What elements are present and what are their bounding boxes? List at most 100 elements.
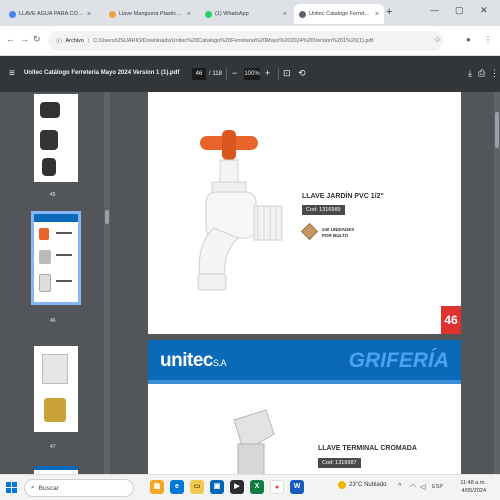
whatsapp-icon [205,10,212,18]
rotate-icon[interactable]: ⟲ [298,68,306,79]
profile-icon[interactable]: ● [466,35,471,44]
info-icon[interactable]: ⓘ [56,37,62,45]
clock-date: 4/05/2024 [461,488,486,494]
new-tab-button[interactable]: + [386,6,392,18]
fit-page-icon[interactable]: ⊡ [283,68,291,79]
taskbar-search[interactable]: ⌕ Buscar [24,479,134,497]
close-tab-icon[interactable]: × [87,11,91,18]
store-icon[interactable]: ▣ [210,480,224,494]
category-banner: unitecS.A GRIFERÍA [148,340,461,380]
brand-suffix: S.A [212,358,227,368]
reload-icon[interactable]: ↻ [33,34,41,45]
thumb-product-image [40,130,58,150]
bookmark-star-icon[interactable]: ☆ [434,35,441,44]
address-label: Archivo [65,38,84,44]
close-tab-icon[interactable]: × [283,11,287,18]
thumb-product-image [42,158,56,176]
back-icon[interactable]: ← [6,34,15,44]
tap-outlet-thread [197,273,227,291]
thumbnail-label: 46 [50,318,56,324]
site-favicon-icon [109,10,116,18]
print-icon[interactable]: ⎙ [478,68,485,79]
language-indicator[interactable]: ESP [432,484,443,490]
toolbar-divider [278,68,279,80]
zoom-in-button[interactable]: + [265,68,270,78]
thumb-text-line [56,254,72,256]
chrome-icon[interactable]: ● [270,480,284,494]
tab-llave-manguera[interactable]: Llave Manguera Plastico Dorado × [104,4,196,24]
clock-time: 11:48 a.m. [460,480,486,486]
browser-nav-bar: ← → ↻ ⓘ Archivo | C:/Users/USUARIO/Downl… [0,26,500,56]
close-window-icon[interactable]: ✕ [480,5,488,16]
tab-llave-agua[interactable]: LLAVE AGUA PARA COCINA 1/2 × [4,4,96,24]
thumbnail-page-48[interactable] [34,466,78,474]
close-tab-icon[interactable]: × [187,11,191,18]
thumbnail-page-47[interactable] [34,346,78,432]
windows-taskbar: ⌕ Buscar ▦ e ▭ ▣ ▶ X ● W 23°C Nublado ^ … [0,474,500,500]
browser-tab-bar: LLAVE AGUA PARA COCINA 1/2 × Llave Mangu… [0,0,500,26]
brand-name: unitec [160,350,213,371]
product-code: Cod: 1316987 [318,458,361,468]
pdf-file-icon [299,10,306,18]
sidebar-scroll-handle[interactable] [105,210,109,224]
edge-icon[interactable]: e [170,480,184,494]
close-tab-icon[interactable]: × [375,11,379,18]
word-icon[interactable]: W [290,480,304,494]
tab-title: Llave Manguera Plastico Dorado [119,11,184,17]
thumb-product-image [39,228,49,240]
forward-icon[interactable]: → [20,34,29,44]
thumb-text-line [56,232,72,234]
zoom-out-button[interactable]: − [232,68,237,78]
tap-body [237,443,265,474]
product-code: Cod: 1316989 [302,205,345,215]
windows-start-icon[interactable] [6,482,18,494]
page-number-input[interactable]: 46 [192,68,206,80]
thumbnail-sidebar: 45 46 47 [0,92,110,474]
tray-chevron-icon[interactable]: ^ [398,483,401,490]
weather-widget[interactable]: 23°C Nublado [338,481,386,489]
tab-title: Unitec Catalogo Ferreteria Mayo [309,11,372,17]
tab-whatsapp[interactable]: (1) WhatsApp × [200,4,292,24]
excel-icon[interactable]: X [250,480,264,494]
toolbar-divider [226,68,227,80]
thumb-banner [34,214,78,222]
thumbnail-page-46[interactable] [31,211,81,305]
maximize-icon[interactable]: ▢ [455,5,464,16]
page-number-badge: 46 [441,306,461,334]
thumb-product-image [44,398,66,422]
address-url[interactable]: C:/Users/USUARIO/Downloads/Unitec%20Cata… [93,38,373,44]
thumb-product-image [42,354,68,384]
tap-handle-knob [222,130,236,160]
viewer-scrollbar[interactable] [494,92,500,474]
pdf-title: Unitec Catálogo Ferretería Mayo 2024 Ver… [24,70,180,76]
thumbnail-page-45[interactable] [34,94,78,182]
thumb-banner [34,466,78,470]
pdf-toolbar: ≡ Unitec Catálogo Ferretería Mayo 2024 V… [0,56,500,92]
media-app-icon[interactable]: ▶ [230,480,244,494]
thumb-product-image [39,274,51,292]
more-menu-icon[interactable]: ⋮ [484,35,492,44]
volume-icon[interactable]: ◁ [420,483,425,491]
tab-unitec-catalogo[interactable]: Unitec Catalogo Ferreteria Mayo × [294,4,384,24]
tab-title: LLAVE AGUA PARA COCINA 1/2 [19,11,84,17]
file-explorer-icon[interactable]: ▭ [190,480,204,494]
task-view-icon[interactable]: ▦ [150,480,164,494]
pdf-more-icon[interactable]: ⋮ [490,68,499,79]
tab-title: (1) WhatsApp [215,11,249,17]
address-separator: | [87,38,90,44]
system-clock[interactable]: 11:48 a.m. 4/05/2024 [452,479,486,495]
hamburger-menu-icon[interactable]: ≡ [9,68,15,79]
pdf-page-47: unitecS.A GRIFERÍA LLAVE TERMINAL CROMAD… [148,340,461,474]
download-icon[interactable]: ⤓ [468,68,472,79]
network-icon[interactable]: ◠ [410,483,416,491]
pdf-page-46: LLAVE JARDÍN PVC 1/2" Cod: 1316989 240 U… [148,92,461,334]
address-bar[interactable]: ⓘ Archivo | C:/Users/USUARIO/Downloads/U… [48,31,443,51]
search-icon: ⌕ [31,484,35,491]
product-title: LLAVE JARDÍN PVC 1/2" [302,193,384,200]
zoom-input[interactable]: 100% [244,68,260,80]
viewer-scroll-handle[interactable] [495,112,499,148]
thumb-product-image [39,250,51,264]
chrome-tap-illustration [233,409,275,474]
minimize-icon[interactable]: — [430,5,439,15]
thumbnail-label: 47 [50,444,56,450]
